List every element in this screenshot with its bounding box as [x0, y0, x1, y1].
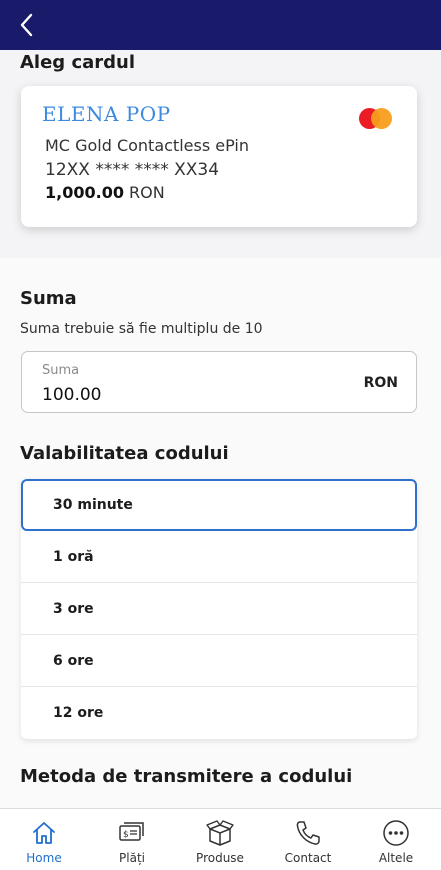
card-balance-currency: RON: [129, 183, 165, 202]
card-holder-name: ELENA POP: [42, 102, 171, 126]
more-icon: [383, 820, 409, 846]
validity-option-6-ore[interactable]: 6 ore: [21, 635, 417, 687]
card-number: 12XX **** **** XX34: [45, 160, 220, 180]
tab-home-label: Home: [26, 851, 62, 865]
phone-icon: [296, 821, 320, 845]
home-icon: [33, 822, 55, 844]
tab-contact-label: Contact: [284, 851, 332, 865]
top-app-bar: [0, 0, 441, 50]
validity-option-12-ore[interactable]: 12 ore: [21, 687, 417, 739]
amount-hint: Suma trebuie să fie multiplu de 10: [20, 321, 263, 337]
card-product-name: MC Gold Contactless ePin: [45, 136, 249, 155]
amount-field-label: Suma: [42, 363, 80, 378]
tab-home[interactable]: Home: [0, 809, 88, 870]
tab-payments[interactable]: $ Plăți: [88, 809, 176, 870]
method-section-title: Metoda de transmitere a codului: [20, 766, 353, 787]
tab-products[interactable]: Produse: [176, 809, 264, 870]
validity-section-title: Valabilitatea codului: [20, 443, 229, 464]
validity-option-3-ore[interactable]: 3 ore: [21, 583, 417, 635]
back-button[interactable]: [12, 10, 42, 40]
box-icon: [206, 820, 234, 846]
chevron-left-icon: [20, 13, 33, 37]
validity-options-list: 30 minute 1 oră 3 ore 6 ore 12 ore: [21, 479, 417, 739]
tab-more-label: Altele: [378, 851, 414, 865]
card-section-title: Aleg cardul: [20, 52, 136, 73]
validity-option-1-ora[interactable]: 1 oră: [21, 531, 417, 583]
tab-products-label: Produse: [196, 851, 244, 865]
mastercard-logo-icon: [359, 108, 393, 130]
tab-payments-label: Plăți: [119, 851, 145, 865]
amount-section-title: Suma: [20, 288, 77, 309]
amount-field-value[interactable]: 100.00: [42, 385, 101, 405]
svg-text:$: $: [123, 830, 129, 840]
amount-input[interactable]: Suma 100.00 RON: [21, 351, 417, 413]
selected-card[interactable]: ELENA POP MC Gold Contactless ePin 12XX …: [21, 86, 417, 227]
payments-icon: $: [119, 822, 144, 841]
validity-option-30-minute[interactable]: 30 minute: [21, 479, 417, 531]
tab-more[interactable]: Altele: [352, 809, 440, 870]
amount-currency: RON: [363, 375, 398, 391]
tab-contact[interactable]: Contact: [264, 809, 352, 870]
card-balance: 1,000.00 RON: [45, 183, 165, 202]
card-balance-amount: 1,000.00: [45, 183, 124, 202]
bottom-tab-bar: Home $ Plăți Produse Contact Altele: [0, 808, 441, 870]
